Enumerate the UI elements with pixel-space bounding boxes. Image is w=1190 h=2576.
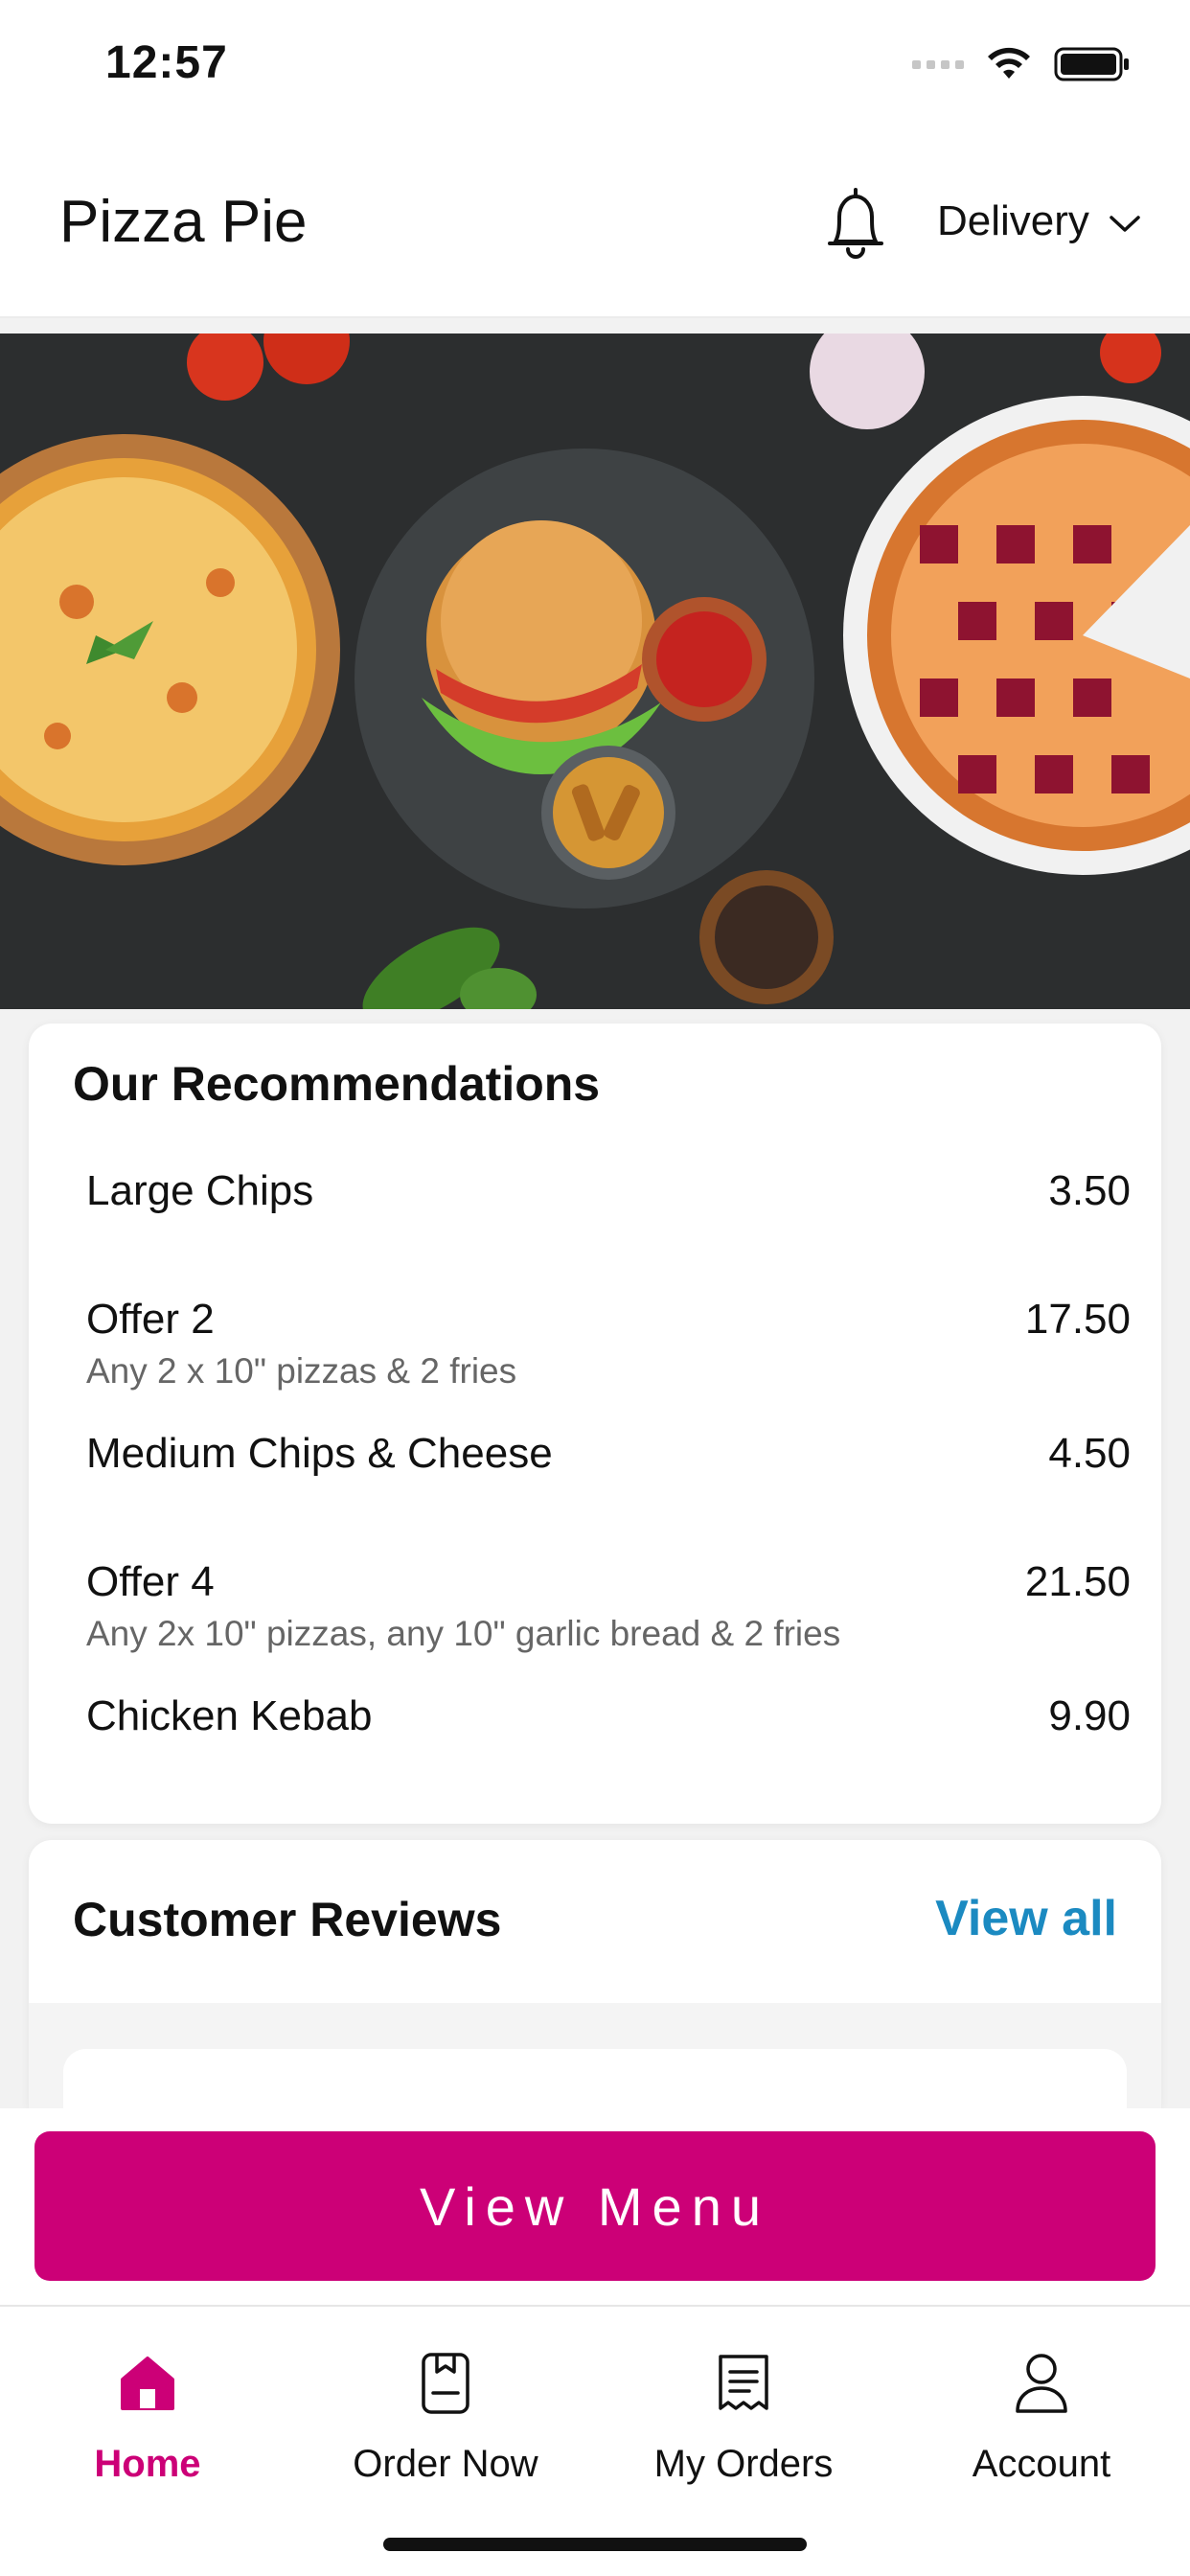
- menu-item[interactable]: Offer 2 Any 2 x 10" pizzas & 2 fries 17.…: [86, 1296, 1131, 1392]
- restaurant-name: Pizza Pie: [59, 189, 308, 255]
- battery-icon: [1054, 46, 1131, 82]
- tab-label: Order Now: [353, 2443, 538, 2485]
- menu-item-price: 17.50: [1024, 1296, 1131, 1343]
- menu-item[interactable]: Large Chips 3.50: [86, 1167, 1131, 1215]
- menu-item-price: 3.50: [1048, 1167, 1131, 1214]
- menu-item[interactable]: Offer 4 Any 2x 10" pizzas, any 10" garli…: [86, 1558, 1131, 1654]
- reviews-header: Customer Reviews View all: [29, 1840, 1161, 2003]
- menu-item-name: Chicken Kebab: [86, 1692, 373, 1739]
- signal-icon: [912, 59, 964, 69]
- status-bar: 12:57: [0, 0, 1190, 134]
- recommendations-card: Our Recommendations Large Chips 3.50 Off…: [29, 1024, 1161, 1824]
- reviews-title: Customer Reviews: [73, 1893, 502, 1946]
- tab-home[interactable]: Home: [23, 2345, 272, 2486]
- chevron-down-icon: [1109, 197, 1141, 245]
- hero-banner-image: [0, 334, 1190, 1009]
- bottom-tab-bar: Home Order Now My Orders Account: [0, 2305, 1190, 2576]
- menu-item-price: 9.90: [1048, 1692, 1131, 1739]
- person-icon: [917, 2345, 1166, 2422]
- menu-item-name: Offer 4: [86, 1558, 215, 1605]
- view-menu-button[interactable]: View Menu: [34, 2131, 1156, 2281]
- tab-label: Account: [972, 2443, 1111, 2485]
- menu-item-name: Offer 2: [86, 1296, 215, 1343]
- menu-item-price: 4.50: [1048, 1430, 1131, 1477]
- tab-label: Home: [94, 2443, 201, 2485]
- order-icon: [321, 2345, 570, 2422]
- home-indicator: [383, 2538, 807, 2551]
- tab-order-now[interactable]: Order Now: [321, 2345, 570, 2486]
- receipt-icon: [619, 2345, 868, 2422]
- menu-item-name: Large Chips: [86, 1167, 314, 1214]
- delivery-mode-dropdown[interactable]: Delivery: [937, 197, 1141, 245]
- view-all-reviews-link[interactable]: View all: [935, 1890, 1117, 1947]
- app-screen: 12:57 Pizza Pie Delivery Our Recommendat…: [0, 0, 1190, 2576]
- status-icons: [912, 46, 1131, 82]
- menu-item[interactable]: Chicken Kebab 9.90: [86, 1692, 1131, 1740]
- customer-reviews-card: Customer Reviews View all: [29, 1840, 1161, 2108]
- home-icon: [23, 2345, 272, 2422]
- wifi-icon: [985, 46, 1033, 82]
- review-card: [63, 2049, 1127, 2108]
- tab-my-orders[interactable]: My Orders: [619, 2345, 868, 2486]
- menu-item-name: Medium Chips & Cheese: [86, 1430, 553, 1477]
- bell-icon[interactable]: [822, 184, 889, 261]
- delivery-mode-label: Delivery: [937, 197, 1089, 244]
- cta-area: View Menu: [0, 2108, 1190, 2305]
- menu-item[interactable]: Medium Chips & Cheese 4.50: [86, 1430, 1131, 1478]
- app-header: Pizza Pie Delivery: [0, 134, 1190, 318]
- menu-item-price: 21.50: [1024, 1558, 1131, 1605]
- tab-label: My Orders: [653, 2443, 834, 2485]
- menu-item-description: Any 2x 10" pizzas, any 10" garlic bread …: [86, 1614, 841, 1653]
- recommendations-title: Our Recommendations: [73, 1057, 601, 1111]
- menu-item-description: Any 2 x 10" pizzas & 2 fries: [86, 1351, 517, 1391]
- status-time: 12:57: [105, 37, 228, 88]
- tab-account[interactable]: Account: [917, 2345, 1166, 2486]
